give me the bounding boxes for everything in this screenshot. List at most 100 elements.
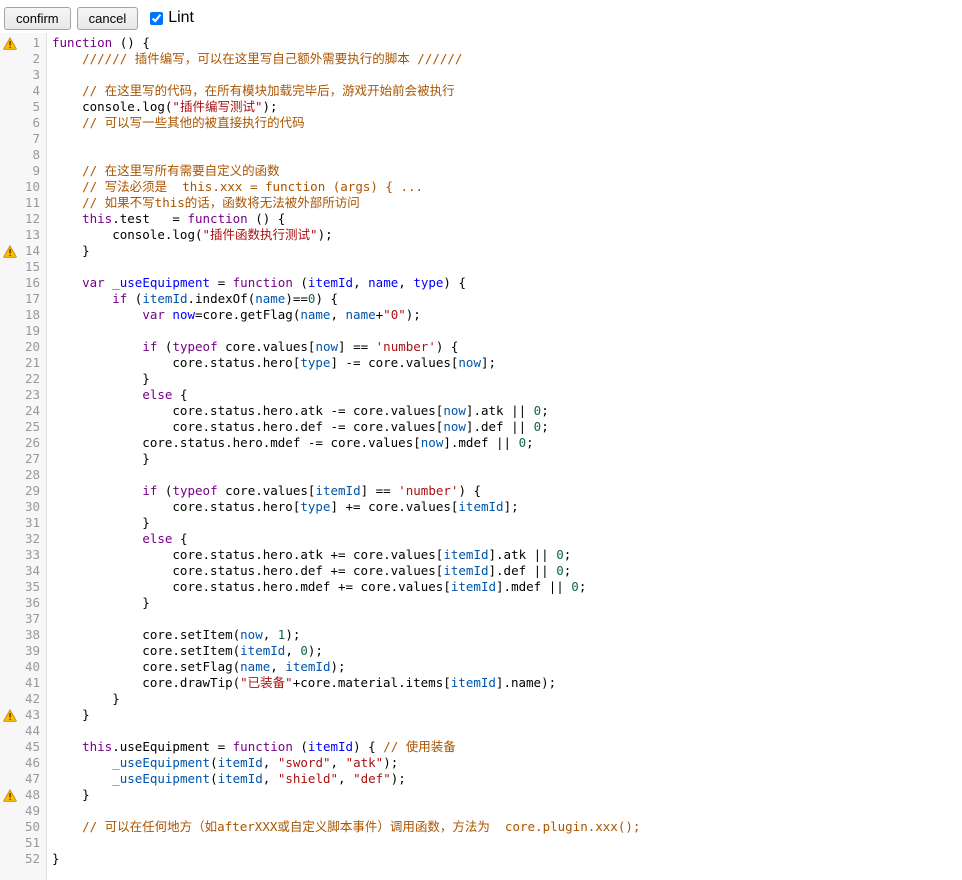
code-line[interactable]: 34 core.status.hero.def += core.values[i…: [0, 563, 962, 579]
lint-marker-empty: [0, 179, 20, 195]
code-line-content: var now=core.getFlag(name, name+"0");: [44, 307, 421, 323]
line-number: 52: [20, 851, 44, 867]
code-line[interactable]: 15: [0, 259, 962, 275]
code-line[interactable]: 39 core.setItem(itemId, 0);: [0, 643, 962, 659]
lint-checkbox-label[interactable]: Lint: [168, 9, 194, 27]
line-number: 20: [20, 339, 44, 355]
code-line[interactable]: 4 // 在这里写的代码，在所有模块加载完毕后，游戏开始前会被执行: [0, 83, 962, 99]
code-line[interactable]: 20 if (typeof core.values[now] == 'numbe…: [0, 339, 962, 355]
lint-marker-empty: [0, 323, 20, 339]
code-line[interactable]: 41 core.drawTip("已装备"+core.material.item…: [0, 675, 962, 691]
code-line[interactable]: 48 }: [0, 787, 962, 803]
code-line[interactable]: 30 core.status.hero[type] += core.values…: [0, 499, 962, 515]
code-line[interactable]: 17 if (itemId.indexOf(name)==0) {: [0, 291, 962, 307]
code-line[interactable]: 3: [0, 67, 962, 83]
line-number: 11: [20, 195, 44, 211]
code-line[interactable]: 33 core.status.hero.atk += core.values[i…: [0, 547, 962, 563]
code-line[interactable]: 22 }: [0, 371, 962, 387]
code-line[interactable]: 6 // 可以写一些其他的被直接执行的代码: [0, 115, 962, 131]
lint-marker-empty: [0, 467, 20, 483]
code-line[interactable]: 52}: [0, 851, 962, 867]
code-line[interactable]: 5 console.log("插件编写测试");: [0, 99, 962, 115]
lint-marker-empty: [0, 339, 20, 355]
code-line[interactable]: 36 }: [0, 595, 962, 611]
code-line[interactable]: 43 }: [0, 707, 962, 723]
code-line[interactable]: 32 else {: [0, 531, 962, 547]
code-line-content: core.setFlag(name, itemId);: [44, 659, 346, 675]
cancel-button[interactable]: cancel: [77, 7, 139, 30]
lint-marker-empty: [0, 211, 20, 227]
code-line-content: ////// 插件编写，可以在这里写自己额外需要执行的脚本 //////: [44, 51, 462, 67]
line-number: 40: [20, 659, 44, 675]
code-line[interactable]: 25 core.status.hero.def -= core.values[n…: [0, 419, 962, 435]
code-line-content: console.log("插件编写测试");: [44, 99, 278, 115]
code-line[interactable]: 16 var _useEquipment = function (itemId,…: [0, 275, 962, 291]
lint-marker-empty: [0, 659, 20, 675]
lint-marker-empty: [0, 595, 20, 611]
code-line[interactable]: 49: [0, 803, 962, 819]
code-line[interactable]: 24 core.status.hero.atk -= core.values[n…: [0, 403, 962, 419]
code-line[interactable]: 51: [0, 835, 962, 851]
code-line[interactable]: 13 console.log("插件函数执行测试");: [0, 227, 962, 243]
code-line[interactable]: 1function () {: [0, 35, 962, 51]
code-line[interactable]: 18 var now=core.getFlag(name, name+"0");: [0, 307, 962, 323]
confirm-button[interactable]: confirm: [4, 7, 71, 30]
code-line-content: else {: [44, 387, 187, 403]
code-line[interactable]: 26 core.status.hero.mdef -= core.values[…: [0, 435, 962, 451]
line-number: 24: [20, 403, 44, 419]
lint-marker-empty: [0, 531, 20, 547]
line-number: 19: [20, 323, 44, 339]
lint-marker-empty: [0, 675, 20, 691]
line-number: 23: [20, 387, 44, 403]
code-line[interactable]: 47 _useEquipment(itemId, "shield", "def"…: [0, 771, 962, 787]
code-line[interactable]: 44: [0, 723, 962, 739]
line-number: 35: [20, 579, 44, 595]
code-line-content: [44, 259, 52, 275]
code-line[interactable]: 29 if (typeof core.values[itemId] == 'nu…: [0, 483, 962, 499]
lint-marker-empty: [0, 275, 20, 291]
code-line[interactable]: 37: [0, 611, 962, 627]
code-line[interactable]: 19: [0, 323, 962, 339]
code-line[interactable]: 38 core.setItem(now, 1);: [0, 627, 962, 643]
lint-marker-empty: [0, 819, 20, 835]
code-line-content: }: [44, 515, 150, 531]
code-line[interactable]: 11 // 如果不写this的话，函数将无法被外部所访问: [0, 195, 962, 211]
line-number: 1: [20, 35, 44, 51]
code-line[interactable]: 8: [0, 147, 962, 163]
code-line[interactable]: 40 core.setFlag(name, itemId);: [0, 659, 962, 675]
code-line-content: }: [44, 451, 150, 467]
line-number: 48: [20, 787, 44, 803]
line-number: 39: [20, 643, 44, 659]
code-line[interactable]: 12 this.test = function () {: [0, 211, 962, 227]
line-number: 31: [20, 515, 44, 531]
lint-marker-empty: [0, 195, 20, 211]
code-line-content: }: [44, 851, 60, 867]
lint-marker-empty: [0, 643, 20, 659]
line-number: 49: [20, 803, 44, 819]
code-line[interactable]: 35 core.status.hero.mdef += core.values[…: [0, 579, 962, 595]
code-line[interactable]: 50 // 可以在任何地方（如afterXXX或自定义脚本事件）调用函数，方法为…: [0, 819, 962, 835]
code-line[interactable]: 7: [0, 131, 962, 147]
code-line[interactable]: 46 _useEquipment(itemId, "sword", "atk")…: [0, 755, 962, 771]
code-line-content: [44, 835, 52, 851]
code-line[interactable]: 14 }: [0, 243, 962, 259]
lint-marker-empty: [0, 627, 20, 643]
code-line[interactable]: 9 // 在这里写所有需要自定义的函数: [0, 163, 962, 179]
code-line[interactable]: 23 else {: [0, 387, 962, 403]
lint-marker-empty: [0, 547, 20, 563]
code-line[interactable]: 45 this.useEquipment = function (itemId)…: [0, 739, 962, 755]
code-line[interactable]: 21 core.status.hero[type] -= core.values…: [0, 355, 962, 371]
code-line[interactable]: 27 }: [0, 451, 962, 467]
code-line[interactable]: 2 ////// 插件编写，可以在这里写自己额外需要执行的脚本 //////: [0, 51, 962, 67]
lint-checkbox[interactable]: [150, 12, 163, 25]
line-number: 15: [20, 259, 44, 275]
code-editor[interactable]: 1function () {2 ////// 插件编写，可以在这里写自己额外需要…: [0, 33, 962, 880]
code-line[interactable]: 31 }: [0, 515, 962, 531]
code-line[interactable]: 28: [0, 467, 962, 483]
lint-marker-empty: [0, 291, 20, 307]
line-number: 7: [20, 131, 44, 147]
code-line-content: }: [44, 371, 150, 387]
code-line[interactable]: 42 }: [0, 691, 962, 707]
code-line[interactable]: 10 // 写法必须是 this.xxx = function (args) {…: [0, 179, 962, 195]
code-line-content: core.drawTip("已装备"+core.material.items[i…: [44, 675, 556, 691]
